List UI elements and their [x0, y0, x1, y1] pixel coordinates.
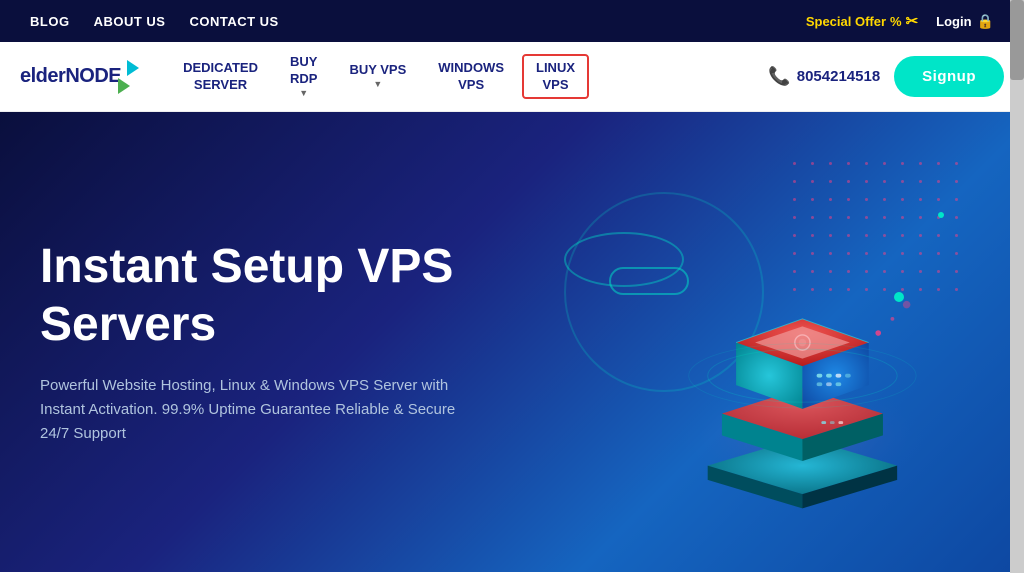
scrollbar[interactable]	[1010, 0, 1024, 573]
nav-links: DEDICATED SERVER BUY RDP ▼ BUY VPS ▼ WIN…	[169, 48, 768, 105]
nav-right: 📞 8054214518 Signup	[768, 56, 1004, 97]
blog-link[interactable]: BLOG	[30, 14, 70, 29]
logo-elder: elder	[20, 65, 65, 87]
logo[interactable]: elderNODE	[20, 60, 139, 94]
nav-buy-rdp[interactable]: BUY RDP ▼	[276, 48, 331, 105]
nav-buy-vps[interactable]: BUY VPS ▼	[335, 56, 420, 97]
windows-vps-line2: VPS	[458, 77, 484, 94]
dedicated-server-line1: DEDICATED	[183, 60, 258, 77]
scissors-icon: ✂	[906, 12, 919, 30]
buy-vps-arrow: ▼	[373, 79, 382, 91]
buy-rdp-arrow: ▼	[299, 88, 308, 100]
hero-title: Instant Setup VPS Servers	[40, 238, 560, 353]
linux-vps-line1: LINUX	[536, 60, 575, 77]
nav-dedicated-server[interactable]: DEDICATED SERVER	[169, 54, 272, 100]
phone-number[interactable]: 📞 8054214518	[768, 66, 880, 87]
linux-vps-line2: VPS	[542, 77, 568, 94]
phone-icon: 📞	[768, 66, 790, 87]
buy-vps-label: BUY VPS	[349, 62, 406, 79]
contact-us-link[interactable]: CONTACT US	[189, 14, 278, 29]
buy-rdp-label2: RDP	[290, 71, 317, 88]
logo-arrow-green	[118, 78, 130, 94]
login-label: Login	[936, 14, 971, 29]
scrollbar-thumb[interactable]	[1010, 0, 1024, 80]
nav-linux-vps[interactable]: LINUX VPS	[522, 54, 589, 100]
special-offer-percent: %	[890, 14, 902, 29]
logo-arrow-cyan	[127, 60, 139, 76]
hero-section: // generate 80 dots for(let i=0;i<80;i++…	[0, 112, 1024, 572]
login-button[interactable]: Login 🔒	[936, 13, 994, 30]
logo-text: elderNODE	[20, 65, 121, 88]
top-bar-right: Special Offer % ✂ Login 🔒	[806, 12, 994, 30]
windows-vps-line1: WINDOWS	[438, 60, 504, 77]
hero-subtitle: Powerful Website Hosting, Linux & Window…	[40, 374, 480, 446]
special-offer-label: Special Offer	[806, 14, 886, 29]
buy-rdp-label: BUY	[290, 54, 317, 71]
special-offer-link[interactable]: Special Offer % ✂	[806, 12, 918, 30]
phone-text: 8054214518	[797, 68, 880, 85]
top-bar: BLOG ABOUT US CONTACT US Special Offer %…	[0, 0, 1024, 42]
logo-node: NODE	[65, 65, 121, 87]
top-bar-nav: BLOG ABOUT US CONTACT US	[30, 14, 279, 29]
dedicated-server-line2: SERVER	[194, 77, 247, 94]
signup-button[interactable]: Signup	[894, 56, 1004, 97]
nav-windows-vps[interactable]: WINDOWS VPS	[424, 54, 518, 100]
lock-icon: 🔒	[977, 13, 994, 30]
nav-bar: elderNODE DEDICATED SERVER BUY RDP ▼ BUY…	[0, 42, 1024, 112]
server-illustration	[584, 172, 964, 532]
hero-content: Instant Setup VPS Servers Powerful Websi…	[40, 238, 560, 445]
about-us-link[interactable]: ABOUT US	[94, 14, 166, 29]
